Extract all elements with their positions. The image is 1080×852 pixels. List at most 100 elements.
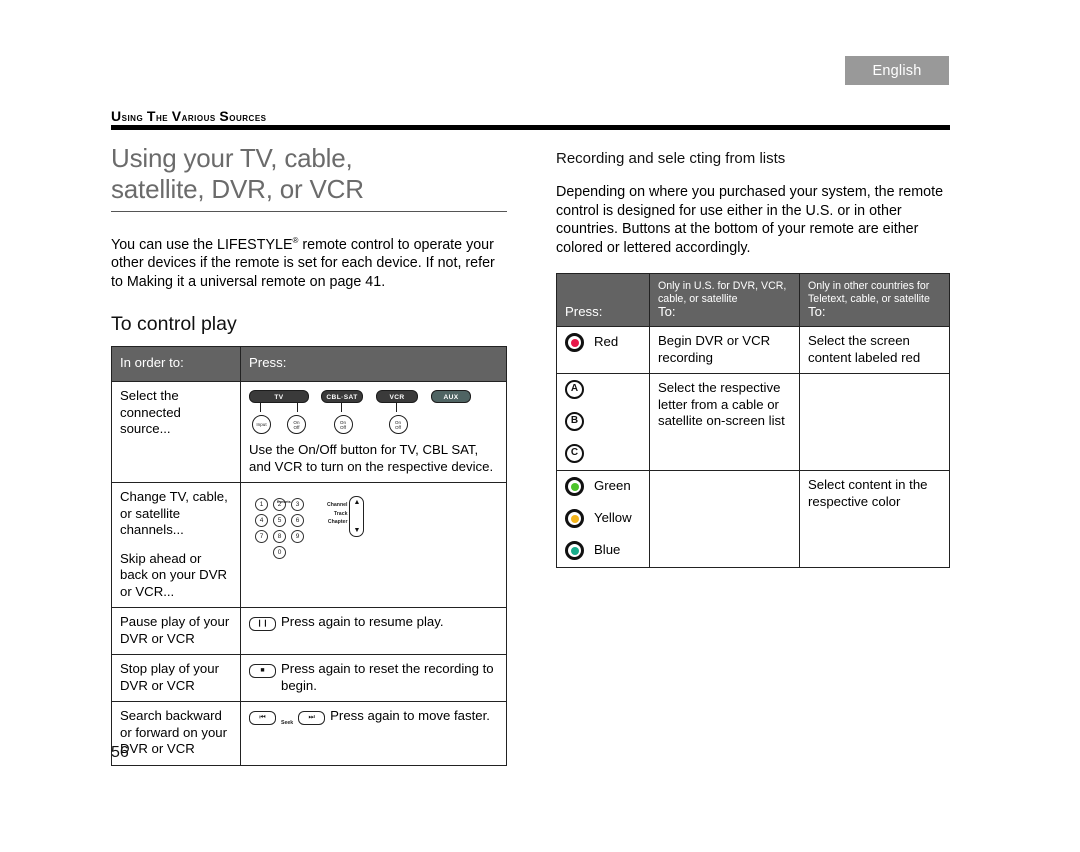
seek-backward-button-icon[interactable]: ⏮ (249, 711, 276, 726)
red-button-line[interactable]: Red (565, 333, 641, 352)
table-row: Stop play of your DVR or VCR ■ Press aga… (111, 654, 507, 703)
table-row: Select the connected source... TV Input … (111, 381, 507, 484)
keypad-key-4[interactable]: 4 (255, 514, 268, 528)
tv-circle-row: Input On Off (249, 415, 309, 435)
table-header-row: Press: Only in U.S. for DVR, VCR, cable,… (556, 273, 950, 327)
seek-press-text: Press again to move faster. (330, 708, 490, 724)
green-dot (570, 482, 579, 491)
channel-track-chapter-rocker[interactable]: Channel Track Chapter ▲ ▼ (327, 496, 365, 538)
letter-a-button-icon[interactable]: A (565, 380, 584, 399)
cell-order-to: Select the connected source... (111, 381, 241, 484)
to-other-header-label: To: (808, 303, 826, 319)
red-button-label: Red (594, 334, 619, 350)
rocker-switch[interactable]: ▲ ▼ (349, 496, 365, 538)
title-rule (111, 211, 507, 212)
yellow-button-line[interactable]: Yellow (565, 509, 641, 528)
cell-button-colors: Green Yellow Blue (556, 470, 650, 568)
cbl-circle-row: On Off (321, 415, 363, 435)
rocker-label-channel: Channel (327, 502, 348, 509)
vcr-stems (376, 403, 418, 415)
numeric-keypad[interactable]: Presets 1 2 3 4 5 6 7 8 9 0 (255, 498, 317, 562)
keypad-key-9[interactable]: 9 (291, 530, 304, 544)
intro-text: You can use the LIFESTYLE® remote contro… (111, 236, 495, 290)
yellow-button-label: Yellow (594, 510, 632, 526)
cell-other-letters (799, 373, 950, 471)
recording-paragraph: Depending on where you purchased your sy… (556, 184, 944, 256)
column-header-press: Press: (240, 346, 507, 383)
stem-center (341, 403, 342, 413)
to-us-header-label: To: (658, 303, 676, 319)
column-header-in-order-to: In order to: (111, 346, 241, 383)
seek-forward-button-icon[interactable]: ⏭ (298, 711, 326, 726)
right-column: Recording and sele cting from lists Depe… (556, 150, 950, 568)
table-header-row: In order to: Press: (111, 346, 507, 383)
pause-press-text: Press again to resume play. (281, 614, 444, 630)
letter-c-line[interactable]: C (565, 444, 641, 463)
stem-center (396, 403, 397, 413)
to-other-header-inner: Only in other countries for Teletext, ca… (800, 274, 949, 326)
pause-button-icon[interactable]: ❙❙ (249, 617, 276, 632)
letter-b-line[interactable]: B (565, 412, 641, 431)
rocker-up-arrow-icon[interactable]: ▲ (354, 499, 361, 506)
blue-button-line[interactable]: Blue (565, 541, 641, 560)
running-head: Using The Various Sources (111, 108, 267, 124)
tv-input-button[interactable]: Input (252, 415, 271, 435)
order-to-line1: Change TV, cable, or satellite channels.… (120, 489, 228, 538)
keypad-row-3: 7 8 9 (255, 530, 317, 544)
blue-dot (570, 546, 579, 555)
letter-c-button-icon[interactable]: C (565, 444, 584, 463)
yellow-button-icon[interactable] (565, 509, 584, 528)
cell-other-colors: Select content in the respective color (799, 470, 950, 568)
subhead-label: To control play (111, 313, 237, 336)
source-button-aux[interactable]: AUX (431, 390, 471, 404)
keypad-key-8[interactable]: 8 (273, 530, 286, 544)
keypad-key-5[interactable]: 5 (273, 514, 286, 528)
pause-row: ❙❙ Press again to resume play. (249, 614, 498, 632)
cell-us-letters: Select the respective letter from a cabl… (649, 373, 800, 471)
language-tab[interactable]: English (845, 56, 949, 85)
table-row: Change TV, cable, or satellite channels.… (111, 482, 507, 609)
cell-button-red: Red (556, 326, 650, 374)
red-dot (570, 338, 579, 347)
tv-stems (249, 403, 309, 415)
yellow-dot (570, 514, 579, 523)
table-row: A B C Select the respective letter from … (556, 373, 950, 471)
green-button-label: Green (594, 478, 631, 494)
keypad-key-0[interactable]: 0 (273, 546, 286, 560)
column-header-press: Press: (556, 273, 650, 327)
green-button-line[interactable]: Green (565, 477, 641, 496)
letter-a-line[interactable]: A (565, 380, 641, 399)
stem-right (297, 403, 298, 413)
stop-button-icon[interactable]: ■ (249, 664, 276, 679)
keypad-key-3[interactable]: 3 (291, 498, 304, 512)
source-button-cbl-sat[interactable]: CBL·SAT On Off (321, 390, 363, 435)
tv-onoff-button[interactable]: On Off (287, 415, 306, 435)
keypad-key-6[interactable]: 6 (291, 514, 304, 528)
table-row: Search backward or forward on your DVR o… (111, 701, 507, 766)
blue-button-icon[interactable] (565, 541, 584, 560)
table-row: Red Begin DVR or VCR recording Select th… (556, 326, 950, 374)
rocker-down-arrow-icon[interactable]: ▼ (354, 527, 361, 534)
cell-other-red: Select the screen content labeled red (799, 326, 950, 374)
seek-label: Seek (281, 720, 294, 727)
intro-paragraph: You can use the LIFESTYLE® remote contro… (111, 232, 507, 291)
cell-press-seek: ⏮ Seek ⏭ Press again to move faster. (240, 701, 507, 766)
cbl-sat-onoff-button[interactable]: On Off (333, 415, 353, 435)
source-button-tv[interactable]: TV Input On Off (249, 390, 309, 435)
source-button-note: Use the On/Off button for TV, CBL SAT, a… (249, 442, 494, 474)
cell-press-pause: ❙❙ Press again to resume play. (240, 607, 507, 656)
rocker-labels: Channel Track Chapter (327, 496, 349, 527)
cbl-stems (321, 403, 363, 415)
keypad-key-7[interactable]: 7 (255, 530, 268, 544)
keypad-row-2: 4 5 6 (255, 514, 317, 528)
cell-order-to-pause: Pause play of your DVR or VCR (111, 607, 241, 656)
letter-b-button-icon[interactable]: B (565, 412, 584, 431)
stem-left (260, 403, 261, 413)
green-button-icon[interactable] (565, 477, 584, 496)
keypad-key-1[interactable]: 1 (255, 498, 268, 512)
rocker-label-chapter: Chapter (327, 519, 348, 526)
vcr-onoff-button[interactable]: On Off (388, 415, 408, 435)
cell-button-letters: A B C (556, 373, 650, 471)
red-record-button-icon[interactable] (565, 333, 584, 352)
source-button-vcr[interactable]: VCR On Off (376, 390, 418, 435)
